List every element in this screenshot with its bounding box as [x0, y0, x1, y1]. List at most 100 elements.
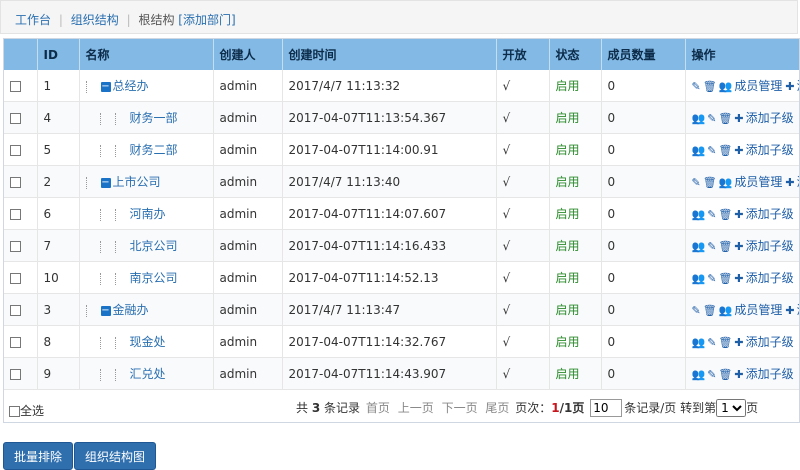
plus-icon: ✚ [734, 144, 744, 157]
users-icon[interactable]: 👥 [692, 368, 706, 381]
add-child-link[interactable]: 添加子级 [746, 335, 794, 349]
users-icon: 👥 [718, 80, 733, 93]
first-page-link[interactable]: 首页 [366, 401, 390, 415]
delete-icon[interactable]: 🗑 [718, 112, 732, 125]
org-name[interactable]: 财务二部 [130, 143, 178, 157]
users-icon[interactable]: 👥 [692, 208, 706, 221]
delete-icon[interactable]: 🗑 [718, 144, 732, 157]
edit-icon[interactable]: ✎ [707, 368, 716, 381]
table-row[interactable]: 3−金融办admin2017/4/7 11:13:47√启用0✎🗑👥成员管理✚添… [4, 293, 799, 326]
delete-icon[interactable]: 🗑 [703, 304, 717, 317]
table-row[interactable]: 1−总经办admin2017/4/7 11:13:32√启用0✎🗑👥成员管理✚添… [4, 70, 799, 102]
table-row[interactable]: 2− 上市公司 admin 2017/4/7 11:13:40 √ 启用 0 ✎ 🗑 👥 成员管理 ✚… [4, 165, 799, 198]
add-child-link[interactable]: 添加子级 [746, 239, 794, 253]
users-icon[interactable]: 👥 [692, 240, 706, 253]
add-child-link[interactable]: 添加子级 [746, 111, 794, 125]
edit-icon[interactable]: ✎ [692, 304, 701, 317]
edit-icon[interactable]: ✎ [707, 272, 716, 285]
breadcrumb-workbench-link[interactable]: 工作台 [15, 13, 51, 27]
breadcrumb-org-link[interactable]: 组织结构 [71, 13, 119, 27]
batch-delete-button[interactable]: 批量排除 [3, 442, 74, 470]
row-checkbox[interactable] [10, 208, 21, 220]
member-manage-link[interactable]: 成员管理 [734, 79, 782, 93]
table-row[interactable]: 8 现金处 admin 2017-04-07T11:14:32.767 √ 启用 0 👥 ✎ 🗑 ✚… [4, 325, 799, 358]
cell-members: 0 [601, 165, 686, 198]
per-page-input[interactable] [590, 399, 623, 417]
edit-icon[interactable]: ✎ [707, 208, 716, 221]
collapse-icon[interactable]: − [100, 177, 111, 188]
edit-icon[interactable]: ✎ [692, 176, 701, 189]
org-name[interactable]: 南京公司 [130, 271, 178, 285]
select-all-checkbox[interactable] [9, 406, 20, 417]
row-checkbox[interactable] [10, 240, 21, 252]
org-name[interactable]: 北京公司 [130, 239, 178, 253]
add-link[interactable]: 添加 [797, 303, 799, 317]
table-row[interactable]: 4 财务一部 admin 2017-04-07T11:13:54.367 √ 启用 0 👥 ✎ 🗑… [4, 101, 799, 134]
delete-icon[interactable]: 🗑 [703, 176, 717, 189]
org-name[interactable]: 金融办 [113, 303, 149, 317]
org-name[interactable]: 汇兑处 [130, 367, 166, 381]
plus-icon: ✚ [785, 176, 795, 189]
row-checkbox[interactable] [10, 112, 21, 124]
collapse-icon[interactable]: − [100, 81, 111, 92]
delete-icon[interactable]: 🗑 [718, 240, 732, 253]
column-header-members[interactable]: 成员数量 [601, 39, 686, 70]
row-checkbox[interactable] [10, 80, 21, 92]
column-header-id[interactable]: ID [37, 39, 80, 70]
table-row[interactable]: 7 北京公司 admin 2017-04-07T11:14:16.433 √ 启用 0 👥 ✎ 🗑… [4, 229, 799, 262]
edit-icon[interactable]: ✎ [707, 112, 716, 125]
goto-page-select[interactable]: 1 [716, 399, 747, 417]
delete-icon[interactable]: 🗑 [703, 80, 717, 93]
row-checkbox[interactable] [10, 368, 21, 380]
tree-guide-line [99, 144, 113, 157]
edit-icon[interactable]: ✎ [707, 144, 716, 157]
users-icon[interactable]: 👥 [692, 144, 706, 157]
collapse-icon[interactable]: − [100, 305, 111, 316]
org-name[interactable]: 总经办 [113, 79, 149, 93]
edit-icon[interactable]: ✎ [707, 336, 716, 349]
table-row[interactable]: 5 财务二部 admin 2017-04-07T11:14:00.91 √ 启用 0 👥 ✎ 🗑 ✚… [4, 133, 799, 166]
delete-icon[interactable]: 🗑 [718, 208, 732, 221]
cell-id: 10 [37, 261, 80, 294]
org-name[interactable]: 财务一部 [130, 111, 178, 125]
row-checkbox[interactable] [10, 144, 21, 156]
add-child-link[interactable]: 添加子级 [746, 143, 794, 157]
users-icon[interactable]: 👥 [692, 272, 706, 285]
edit-icon[interactable]: ✎ [707, 240, 716, 253]
org-name[interactable]: 河南办 [130, 207, 166, 221]
users-icon[interactable]: 👥 [692, 112, 706, 125]
add-link[interactable]: 添加 [797, 175, 799, 189]
delete-icon[interactable]: 🗑 [718, 336, 732, 349]
row-checkbox[interactable] [10, 336, 21, 348]
add-child-link[interactable]: 添加子级 [746, 367, 794, 381]
users-icon[interactable]: 👥 [692, 336, 706, 349]
delete-icon[interactable]: 🗑 [718, 368, 732, 381]
column-header-open[interactable]: 开放 [496, 39, 550, 70]
last-page-link[interactable]: 尾页 [485, 401, 509, 415]
next-page-link[interactable]: 下一页 [442, 401, 478, 415]
org-chart-button[interactable]: 组织结构图 [74, 442, 157, 470]
row-checkbox[interactable] [10, 304, 21, 316]
table-row[interactable]: 9 汇兑处 admin 2017-04-07T11:14:43.907 √ 启用 0 👥 ✎ 🗑 ✚… [4, 357, 799, 390]
column-header-name[interactable]: 名称 [79, 39, 214, 70]
select-all[interactable]: 全选 [9, 402, 44, 419]
column-header-creator[interactable]: 创建人 [213, 39, 283, 70]
row-checkbox[interactable] [10, 176, 21, 188]
add-child-link[interactable]: 添加子级 [746, 271, 794, 285]
add-link[interactable]: 添加 [797, 79, 799, 93]
org-name[interactable]: 上市公司 [113, 175, 161, 189]
member-manage-link[interactable]: 成员管理 [734, 175, 782, 189]
prev-page-link[interactable]: 上一页 [398, 401, 434, 415]
org-name[interactable]: 现金处 [130, 335, 166, 349]
delete-icon[interactable]: 🗑 [718, 272, 732, 285]
add-department-link[interactable]: [添加部门] [178, 13, 235, 27]
cell-members: 0 [601, 325, 686, 358]
table-row[interactable]: 6 河南办 admin 2017-04-07T11:14:07.607 √ 启用 0 👥 ✎ 🗑 ✚… [4, 197, 799, 230]
table-row[interactable]: 10 南京公司 admin 2017-04-07T11:14:52.13 √ 启用 0 👥 ✎ 🗑… [4, 261, 799, 294]
add-child-link[interactable]: 添加子级 [746, 207, 794, 221]
column-header-created[interactable]: 创建时间 [282, 39, 497, 70]
edit-icon[interactable]: ✎ [692, 80, 701, 93]
row-checkbox[interactable] [10, 272, 21, 284]
column-header-status[interactable]: 状态 [549, 39, 602, 70]
member-manage-link[interactable]: 成员管理 [734, 303, 782, 317]
